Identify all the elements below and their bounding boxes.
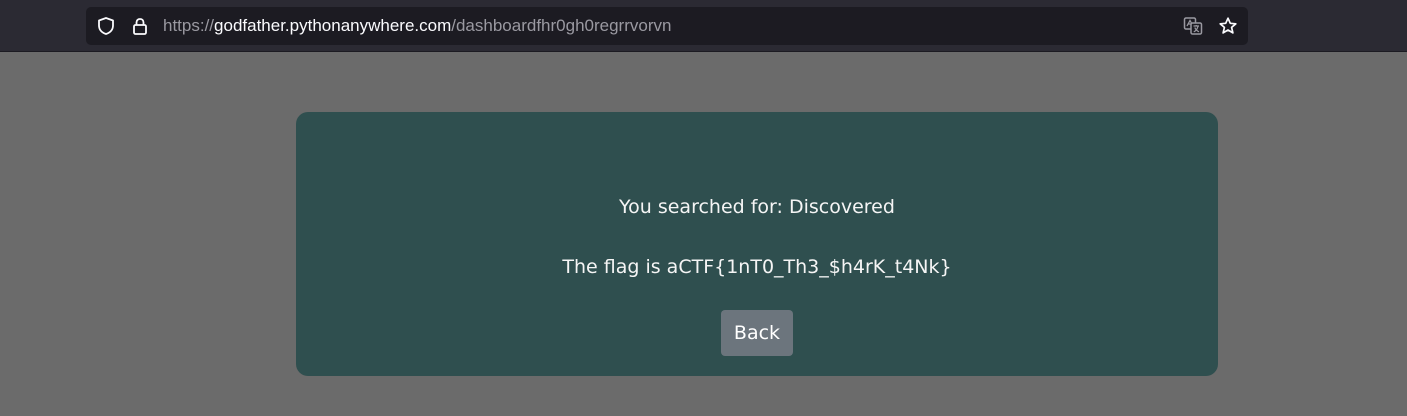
browser-toolbar: https://godfather.pythonanywhere.com/das… <box>0 0 1407 52</box>
result-card: You searched for: Discovered The flag is… <box>296 112 1218 376</box>
translate-icon[interactable] <box>1183 16 1203 36</box>
url-host: godfather.pythonanywhere.com <box>214 16 452 35</box>
url-scheme: https:// <box>163 16 215 35</box>
search-result-text: You searched for: Discovered <box>619 196 895 218</box>
shield-icon[interactable] <box>96 16 116 36</box>
lock-icon[interactable] <box>130 16 150 36</box>
url-text[interactable]: https://godfather.pythonanywhere.com/das… <box>163 16 671 36</box>
url-path: /dashboardfhr0gh0regrrvorvn <box>451 16 672 35</box>
url-bar[interactable]: https://godfather.pythonanywhere.com/das… <box>86 7 1248 45</box>
flag-text: The flag is aCTF{1nT0_Th3_$h4rK_t4Nk} <box>562 256 952 278</box>
star-icon[interactable] <box>1218 16 1238 36</box>
back-button[interactable]: Back <box>721 310 793 356</box>
